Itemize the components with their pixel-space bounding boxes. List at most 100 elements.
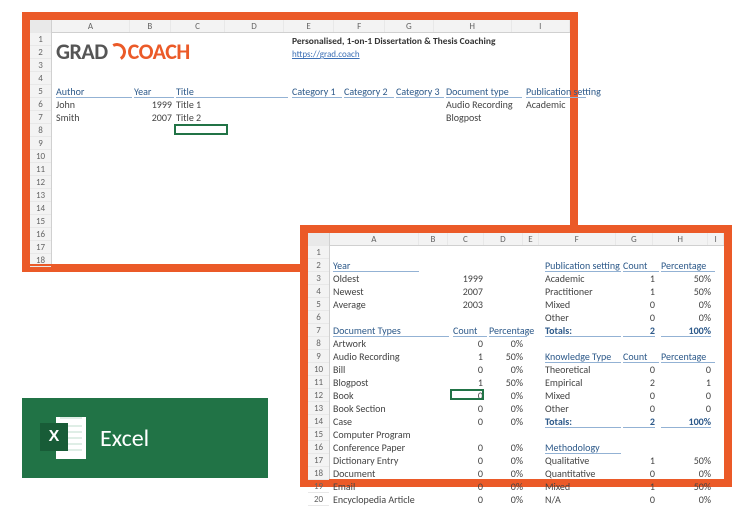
cell[interactable]: 0% — [489, 454, 523, 467]
row-header[interactable]: 2 — [308, 259, 329, 272]
cell[interactable]: 1 — [623, 285, 655, 298]
cell[interactable]: 100% — [661, 415, 711, 428]
hdr-methodology[interactable]: Methodology — [545, 441, 621, 454]
cell[interactable]: Count — [623, 259, 659, 272]
cell-author[interactable]: John — [56, 98, 75, 111]
cell[interactable]: 0% — [489, 480, 523, 493]
hdr-doctypes[interactable]: Document Types — [333, 324, 449, 337]
cell[interactable]: 0 — [453, 454, 483, 467]
column-header[interactable]: I — [708, 233, 724, 245]
row-header[interactable]: 11 — [308, 376, 329, 389]
hdr-pubset[interactable]: Publication setting — [545, 259, 621, 272]
cell[interactable]: 0 — [623, 311, 655, 324]
cell[interactable]: Count — [623, 350, 659, 363]
cell[interactable]: 1 — [661, 376, 711, 389]
cell[interactable]: 1 — [623, 272, 655, 285]
cell[interactable]: Bill — [333, 363, 345, 376]
cell[interactable]: Percentage — [661, 350, 715, 363]
hdr-year[interactable]: Year — [333, 259, 419, 272]
cell[interactable]: Mixed — [545, 480, 570, 493]
row-header[interactable]: 6 — [308, 311, 329, 324]
row-header[interactable]: 8 — [30, 124, 51, 137]
row-header[interactable]: 13 — [30, 189, 51, 202]
column-header[interactable]: C — [171, 20, 226, 32]
cell[interactable]: 0 — [453, 441, 483, 454]
cell[interactable]: 0% — [489, 415, 523, 428]
cell[interactable]: Email — [333, 480, 355, 493]
row-header[interactable]: 17 — [308, 454, 329, 467]
cell-title[interactable]: Title 2 — [176, 111, 201, 124]
column-header[interactable]: F — [334, 20, 385, 32]
cell[interactable]: Newest — [333, 285, 364, 298]
row-header[interactable]: 3 — [30, 59, 51, 72]
row-header[interactable]: 2 — [30, 46, 51, 59]
site-link[interactable]: https://grad.coach — [292, 48, 360, 61]
cell[interactable]: Quantitative — [545, 467, 595, 480]
column-header[interactable]: G — [616, 233, 653, 245]
cell[interactable]: 0% — [661, 298, 711, 311]
cell[interactable]: Artwork — [333, 337, 366, 350]
column-header[interactable]: B — [419, 233, 449, 245]
cell[interactable]: 1999 — [453, 272, 483, 285]
row-header[interactable]: 14 — [30, 202, 51, 215]
cell[interactable]: 0 — [623, 389, 655, 402]
cell[interactable]: 0 — [661, 363, 711, 376]
cell-title[interactable]: Title 1 — [176, 98, 201, 111]
column-header[interactable]: E — [284, 20, 335, 32]
cell[interactable]: Computer Program — [333, 428, 411, 441]
active-cell[interactable] — [450, 389, 484, 400]
cell[interactable]: Theoretical — [545, 363, 590, 376]
cell[interactable]: 2 — [623, 415, 655, 428]
cell[interactable]: 0 — [453, 480, 483, 493]
cell[interactable]: 0 — [623, 298, 655, 311]
cell-doctype[interactable]: Blogpost — [446, 111, 481, 124]
cell[interactable]: 0 — [453, 402, 483, 415]
column-header[interactable]: I — [512, 20, 570, 32]
column-header[interactable]: G — [385, 20, 434, 32]
cell-year[interactable]: 2007 — [134, 111, 172, 124]
cell[interactable]: 0% — [661, 467, 711, 480]
active-cell[interactable] — [174, 124, 228, 135]
row-header[interactable]: 15 — [30, 215, 51, 228]
cell[interactable]: 0 — [453, 337, 483, 350]
row-header[interactable]: 17 — [30, 241, 51, 254]
column-header[interactable]: D — [484, 233, 523, 245]
row-header[interactable]: 11 — [30, 163, 51, 176]
row-header[interactable]: 14 — [308, 415, 329, 428]
row-header[interactable]: 5 — [308, 298, 329, 311]
cell[interactable]: 0 — [661, 389, 711, 402]
cell[interactable]: 1 — [453, 376, 483, 389]
cell[interactable]: 2 — [623, 376, 655, 389]
cell[interactable]: Book — [333, 389, 354, 402]
hdr-knowtype[interactable]: Knowledge Type — [545, 350, 621, 363]
row-header[interactable]: 16 — [30, 228, 51, 241]
cell[interactable]: 2007 — [453, 285, 483, 298]
row-header[interactable]: 12 — [30, 176, 51, 189]
row-header[interactable]: 4 — [30, 72, 51, 85]
row-header[interactable]: 9 — [30, 137, 51, 150]
cell-area[interactable]: YearOldest1999Newest2007Average2003Publi… — [330, 246, 724, 479]
column-header[interactable]: H — [434, 20, 512, 32]
cell[interactable]: 2 — [623, 324, 655, 337]
row-header[interactable]: 1 — [308, 246, 329, 259]
row-header[interactable]: 7 — [308, 324, 329, 337]
cell[interactable]: Other — [545, 311, 569, 324]
cell[interactable]: 0 — [623, 363, 655, 376]
cell[interactable]: 0 — [623, 467, 655, 480]
column-header[interactable]: E — [523, 233, 539, 245]
cell[interactable]: 0% — [489, 467, 523, 480]
cell[interactable]: Academic — [545, 272, 584, 285]
totals[interactable]: Totals: — [545, 324, 621, 337]
cell[interactable]: 1 — [623, 454, 655, 467]
cell[interactable]: Audio Recording — [333, 350, 400, 363]
cell[interactable]: Qualitative — [545, 454, 589, 467]
column-header[interactable]: D — [225, 20, 283, 32]
cell[interactable]: Percentage — [489, 324, 527, 337]
column-header[interactable]: A — [52, 20, 130, 32]
row-header[interactable]: 1 — [30, 33, 51, 46]
cell[interactable]: 50% — [661, 480, 711, 493]
cell[interactable]: 2003 — [453, 298, 483, 311]
row-header[interactable]: 12 — [308, 389, 329, 402]
cell[interactable]: Oldest — [333, 272, 359, 285]
cell[interactable]: 0% — [489, 363, 523, 376]
